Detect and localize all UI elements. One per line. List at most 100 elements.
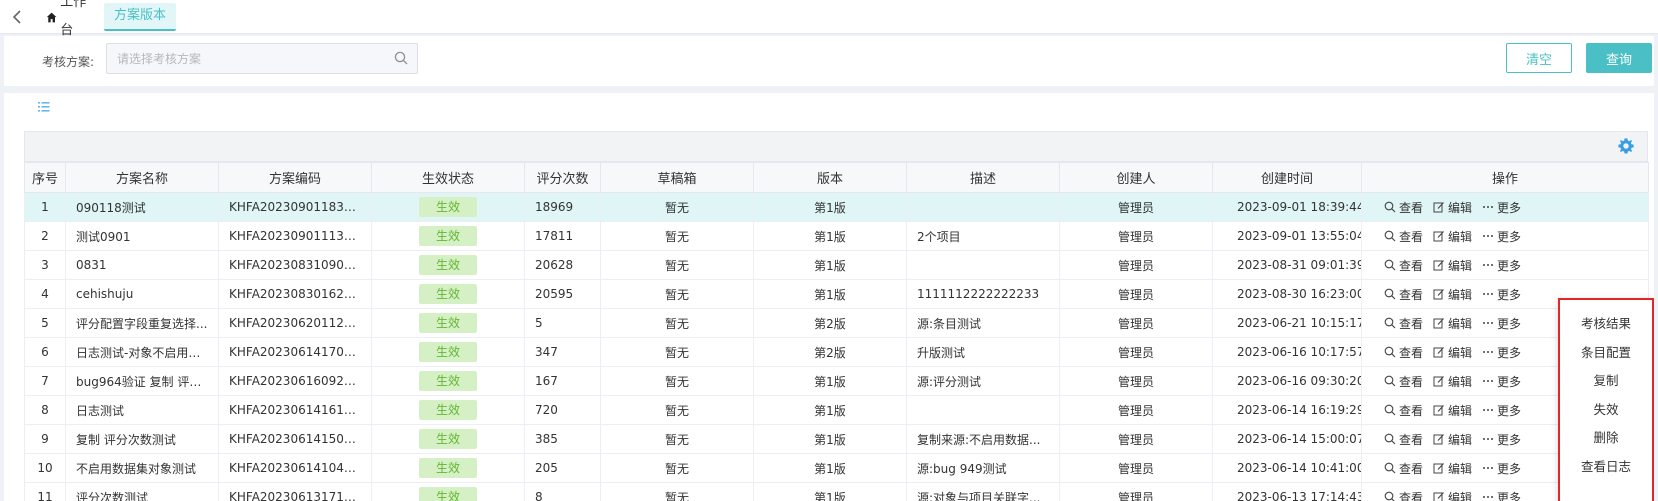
more-button[interactable]: 更多 [1482,199,1521,216]
more-button[interactable]: 更多 [1482,257,1521,274]
table-row[interactable]: 2 测试0901 KHFA20230901113428 生效 17811 暂无 第1版 2个项… [24,221,1649,251]
more-button[interactable]: 更多 [1482,228,1521,245]
table-row[interactable]: 10 不启用数据集对象测试 KHFA20230614104100 生效 205 暂无 第1版… [24,453,1649,483]
edit-button[interactable]: 编辑 [1433,402,1472,419]
more-button[interactable]: 更多 [1482,373,1521,390]
view-label: 查看 [1399,316,1424,331]
view-button[interactable]: 查看 [1384,373,1423,390]
table-toolbar [24,131,1648,162]
table-row[interactable]: 5 评分配置字段重复选择... KHFA20230620112102 生效 5 暂无 第2版… [24,308,1649,338]
description-cell [906,250,1060,280]
more-button[interactable]: 更多 [1482,460,1521,477]
more-button[interactable]: 更多 [1482,344,1521,361]
more-button[interactable]: 更多 [1482,315,1521,332]
view-button[interactable]: 查看 [1384,402,1423,419]
more-button[interactable]: 更多 [1482,489,1521,501]
view-button[interactable]: 查看 [1384,460,1423,477]
ellipsis-icon [1483,322,1494,324]
menu-item-copy[interactable]: 复制 [1560,367,1652,396]
edit-button[interactable]: 编辑 [1433,228,1472,245]
search-icon [1384,288,1396,300]
edit-button[interactable]: 编辑 [1433,344,1472,361]
view-label: 查看 [1399,287,1424,302]
version-cell: 第1版 [753,221,907,251]
table-row[interactable]: 11 评分次数测试 KHFA20230613171443 生效 8 暂无 第1版 源:对象与项… [24,482,1649,501]
created-time-cell: 2023-06-13 17:14:43 [1212,482,1362,501]
view-button[interactable]: 查看 [1384,286,1423,303]
table-row[interactable]: 3 0831 KHFA20230831090139 生效 20628 暂无 第1版 管理员 20… [24,250,1649,280]
plan-search-box[interactable] [106,43,418,74]
draft-cell: 暂无 [600,221,754,251]
edit-label: 编辑 [1448,200,1473,215]
version-cell: 第1版 [753,250,907,280]
more-button[interactable]: 更多 [1482,431,1521,448]
edit-button[interactable]: 编辑 [1433,199,1472,216]
edit-button[interactable]: 编辑 [1433,315,1472,332]
menu-item-item-config[interactable]: 条目配置 [1560,339,1652,368]
col-header: 操作 [1361,162,1649,193]
ellipsis-icon [1483,438,1494,440]
view-button[interactable]: 查看 [1384,489,1423,501]
menu-item-assessment-result[interactable]: 考核结果 [1560,310,1652,339]
edit-icon [1433,318,1444,329]
view-button[interactable]: 查看 [1384,199,1423,216]
table-row[interactable]: 1 090118测试 KHFA20230901183943 生效 18969 暂无 第1版 管… [24,192,1649,222]
chevron-left-icon [12,10,21,24]
plan-code-cell: KHFA20230614161824 [218,395,372,425]
gear-icon[interactable] [1617,137,1635,155]
status-badge: 生效 [419,197,477,217]
version-cell: 第1版 [753,482,907,501]
query-button[interactable]: 查询 [1586,43,1652,73]
status-badge: 生效 [419,313,477,333]
col-header: 方案编码 [218,162,372,193]
table-row[interactable]: 9 复制 评分次数测试 KHFA20230614150007 生效 385 暂无 第1版 复制… [24,424,1649,454]
menu-item-view-log[interactable]: 查看日志 [1560,453,1652,482]
table-row[interactable]: 4 cehishuju KHFA20230830162144 生效 20595 暂无 第1版… [24,279,1649,309]
row-index: 6 [24,337,66,367]
score-count-cell: 385 [524,424,601,454]
search-icon [1384,433,1396,445]
view-button[interactable]: 查看 [1384,315,1423,332]
status-badge: 生效 [419,429,477,449]
view-button[interactable]: 查看 [1384,431,1423,448]
plan-name-cell: 日志测试-对象不启用数... [65,337,219,367]
ellipsis-icon [1483,380,1494,382]
menu-item-invalidate[interactable]: 失效 [1560,396,1652,425]
table-row[interactable]: 8 日志测试 KHFA20230614161824 生效 720 暂无 第1版 管理员 2023… [24,395,1649,425]
tab-home[interactable]: 工作台 [40,0,100,38]
home-icon [46,12,57,22]
clear-button[interactable]: 清空 [1506,43,1572,73]
more-button[interactable]: 更多 [1482,402,1521,419]
created-time-cell: 2023-09-01 13:55:04 [1212,221,1362,251]
search-icon [1384,346,1396,358]
edit-button[interactable]: 编辑 [1433,373,1472,390]
status-cell: 生效 [371,279,525,309]
table-row[interactable]: 7 bug964验证 复制 评分... KHFA20230616092949 生效 16… [24,366,1649,396]
view-button[interactable]: 查看 [1384,344,1423,361]
search-icon[interactable] [394,51,408,65]
edit-button[interactable]: 编辑 [1433,257,1472,274]
back-button[interactable] [6,6,28,28]
plan-search-input[interactable] [107,44,377,73]
edit-icon [1433,289,1444,300]
view-button[interactable]: 查看 [1384,257,1423,274]
edit-icon [1433,405,1444,416]
more-button[interactable]: 更多 [1482,286,1521,303]
description-cell: 1111112222222233 [906,279,1060,309]
description-cell: 源:评分测试 [906,366,1060,396]
edit-button[interactable]: 编辑 [1433,460,1472,477]
table-row[interactable]: 6 日志测试-对象不启用数... KHFA20230614170803 生效 347 暂无… [24,337,1649,367]
menu-item-delete[interactable]: 删除 [1560,424,1652,453]
tab-plan-version[interactable]: 方案版本 [104,3,176,31]
view-button[interactable]: 查看 [1384,228,1423,245]
version-cell: 第1版 [753,395,907,425]
more-label: 更多 [1497,461,1522,476]
plan-name-cell: 测试0901 [65,221,219,251]
edit-button[interactable]: 编辑 [1433,431,1472,448]
score-count-cell: 5 [524,308,601,338]
edit-button[interactable]: 编辑 [1433,489,1472,501]
list-icon[interactable] [38,101,50,113]
col-header: 创建人 [1059,162,1213,193]
edit-button[interactable]: 编辑 [1433,286,1472,303]
plan-code-cell: KHFA20230901183943 [218,192,372,222]
